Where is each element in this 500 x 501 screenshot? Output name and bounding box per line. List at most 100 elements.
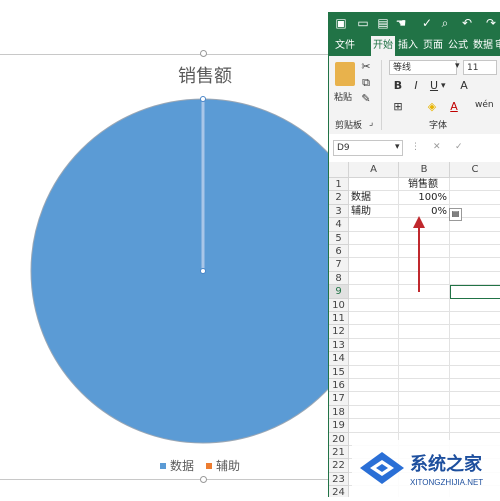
row-header[interactable]: 18 xyxy=(329,405,349,420)
font-color-button[interactable]: A xyxy=(447,100,461,114)
row-header[interactable]: 20 xyxy=(329,432,349,446)
cell-a[interactable] xyxy=(349,231,399,245)
row-header[interactable]: 14 xyxy=(329,352,349,366)
cell-b[interactable]: 销售额 xyxy=(399,178,450,192)
row-header[interactable]: 4 xyxy=(329,218,349,232)
name-box-dropdown-icon[interactable]: ▾ xyxy=(395,142,400,152)
minimize-ribbon-icon[interactable]: ▭ xyxy=(355,15,371,31)
row-header[interactable]: 8 xyxy=(329,271,349,286)
tab-data[interactable]: 数据 xyxy=(471,36,495,56)
cell-c[interactable] xyxy=(450,352,500,366)
row-header[interactable]: 12 xyxy=(329,325,349,339)
confirm-entry-icon[interactable]: ✓ xyxy=(455,142,463,152)
tab-insert[interactable]: 插入 xyxy=(396,36,420,56)
column-header-b[interactable]: B xyxy=(399,162,450,178)
row-header[interactable]: 1 xyxy=(329,178,349,192)
row-header[interactable]: 3 xyxy=(329,204,349,219)
cell-b[interactable]: 100% xyxy=(399,191,450,205)
row-header[interactable]: 16 xyxy=(329,379,349,393)
cell-c[interactable] xyxy=(450,339,500,353)
row-header[interactable]: 5 xyxy=(329,231,349,245)
cell-c[interactable] xyxy=(450,178,500,192)
row-header[interactable]: 7 xyxy=(329,258,349,272)
underline-dropdown-icon[interactable]: ▾ xyxy=(441,81,446,91)
font-size-select[interactable]: 11 xyxy=(463,60,497,75)
italic-button[interactable]: I xyxy=(409,79,423,93)
font-name-select[interactable]: 等线 xyxy=(389,60,457,75)
name-box[interactable]: D9 xyxy=(333,140,403,156)
column-header-a[interactable]: A xyxy=(349,162,399,178)
cell-a[interactable] xyxy=(349,271,399,286)
cell-c[interactable] xyxy=(450,406,500,420)
cell-c[interactable] xyxy=(450,191,500,205)
cell-c[interactable] xyxy=(450,232,500,245)
quick-analysis-icon[interactable]: ▤ xyxy=(449,208,462,221)
cell-a[interactable] xyxy=(349,245,399,259)
select-all-corner[interactable] xyxy=(329,162,349,178)
cell-b[interactable] xyxy=(399,298,450,312)
cell-a[interactable] xyxy=(349,285,399,299)
cell-b[interactable] xyxy=(399,338,450,353)
borders-icon[interactable]: ⊞ xyxy=(391,100,405,114)
save-icon[interactable]: ▣ xyxy=(333,15,349,31)
grow-font-button[interactable]: A xyxy=(457,79,471,93)
cell-c[interactable] xyxy=(450,272,500,286)
cell-a[interactable] xyxy=(349,325,399,339)
cell-a[interactable] xyxy=(349,419,399,433)
tab-file[interactable]: 文件 xyxy=(333,36,357,56)
undo-icon[interactable]: ↶ xyxy=(459,15,475,31)
pie-slice-0[interactable] xyxy=(30,98,330,444)
row-header[interactable]: 13 xyxy=(329,338,349,353)
cell-c[interactable] xyxy=(450,392,500,406)
cell-a[interactable]: 数据 xyxy=(349,191,399,205)
tab-formulas[interactable]: 公式 xyxy=(446,36,470,56)
row-header[interactable]: 17 xyxy=(329,392,349,406)
tab-page[interactable]: 页面 xyxy=(421,36,445,56)
cell-b[interactable] xyxy=(399,379,450,393)
cell-c[interactable] xyxy=(450,245,500,259)
cell-a[interactable] xyxy=(349,258,399,272)
slice-handle[interactable] xyxy=(200,268,206,274)
new-file-icon[interactable]: ▤ xyxy=(375,15,391,31)
cell-a[interactable] xyxy=(349,365,399,379)
cell-a[interactable] xyxy=(349,338,399,353)
chart-legend[interactable]: 数据 辅助 xyxy=(160,457,270,474)
paste-label[interactable]: 粘贴 xyxy=(334,90,352,103)
cell-c[interactable] xyxy=(450,379,500,393)
cell-b[interactable] xyxy=(399,352,450,366)
cell-a[interactable] xyxy=(349,218,399,232)
column-header-c[interactable]: C xyxy=(450,162,500,178)
tab-home[interactable]: 开始 xyxy=(371,36,395,56)
row-header[interactable]: 6 xyxy=(329,245,349,259)
cell-c[interactable] xyxy=(450,366,500,379)
cell-b[interactable] xyxy=(399,392,450,406)
cell-c[interactable] xyxy=(450,419,500,433)
tab-review[interactable]: 审 xyxy=(495,36,500,56)
cell-b[interactable] xyxy=(399,365,450,379)
cell-c[interactable] xyxy=(450,325,500,339)
row-header[interactable]: 9 xyxy=(329,285,349,299)
row-header[interactable]: 11 xyxy=(329,312,349,326)
paste-icon[interactable] xyxy=(335,62,355,86)
cell-c[interactable] xyxy=(450,299,500,312)
cell-a[interactable]: 辅助 xyxy=(349,204,399,219)
pie-chart[interactable] xyxy=(0,0,330,497)
row-header[interactable]: 19 xyxy=(329,419,349,433)
cell-a[interactable] xyxy=(349,298,399,312)
touch-mode-icon[interactable]: ☚ xyxy=(393,15,409,31)
cut-icon[interactable]: ✂ xyxy=(359,60,373,74)
underline-button[interactable]: U xyxy=(427,79,441,93)
cancel-entry-icon[interactable]: ✕ xyxy=(433,142,441,152)
row-header[interactable]: 21 xyxy=(329,446,349,460)
spelling-icon[interactable]: ✓ xyxy=(419,15,435,31)
cell-a[interactable] xyxy=(349,392,399,406)
cell-c[interactable] xyxy=(450,312,500,326)
cell-c[interactable] xyxy=(450,258,500,272)
cell-b[interactable] xyxy=(399,405,450,420)
row-header[interactable]: 15 xyxy=(329,365,349,379)
row-header[interactable]: 10 xyxy=(329,298,349,312)
font-name-dropdown-icon[interactable]: ▾ xyxy=(455,61,460,71)
cell-b[interactable] xyxy=(399,325,450,339)
find-icon[interactable]: ⌕ xyxy=(437,15,453,31)
cell-a[interactable] xyxy=(349,352,399,366)
